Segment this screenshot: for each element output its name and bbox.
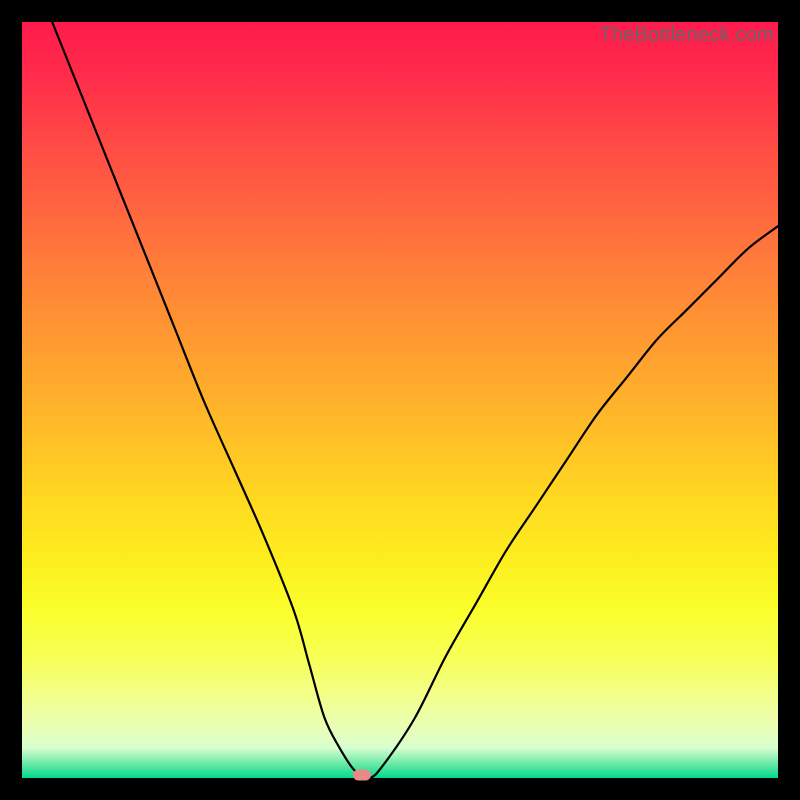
optimum-marker bbox=[353, 770, 371, 781]
plot-area: TheBottleneck.com bbox=[22, 22, 778, 778]
bottleneck-curve bbox=[52, 22, 778, 778]
chart-frame: TheBottleneck.com bbox=[0, 0, 800, 800]
curve-svg bbox=[22, 22, 778, 778]
